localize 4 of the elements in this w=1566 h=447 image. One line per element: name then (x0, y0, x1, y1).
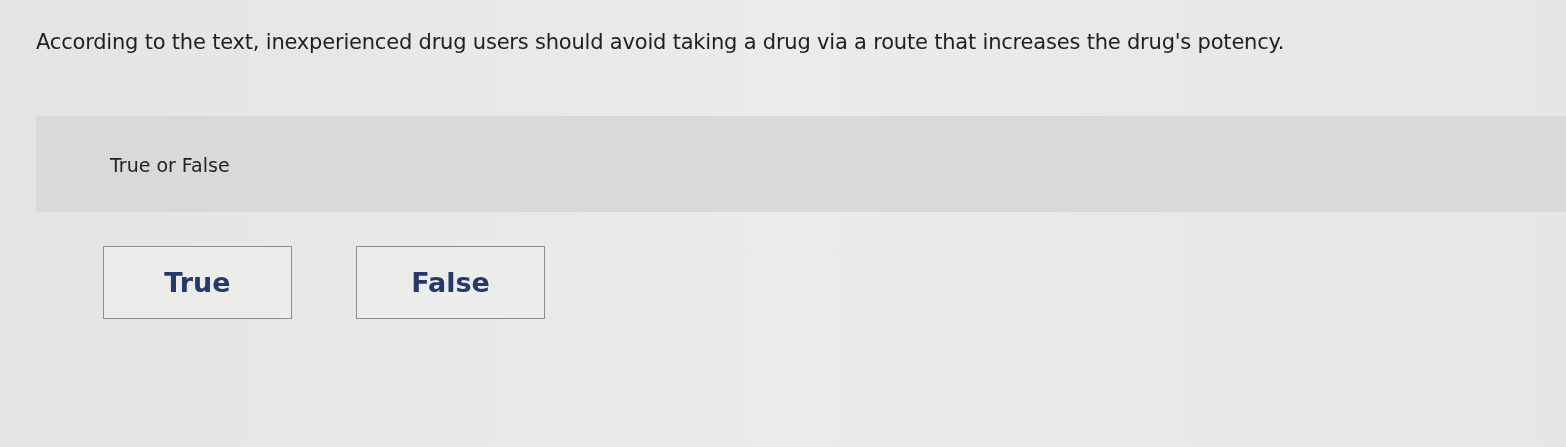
prompt-text: True or False (110, 154, 230, 176)
question-text: According to the text, inexperienced drug users should avoid taking a drug via a route that increases the drug's potency. (36, 30, 1286, 54)
answer-option[interactable]: True (103, 246, 292, 319)
answer-option[interactable]: False (356, 246, 545, 319)
